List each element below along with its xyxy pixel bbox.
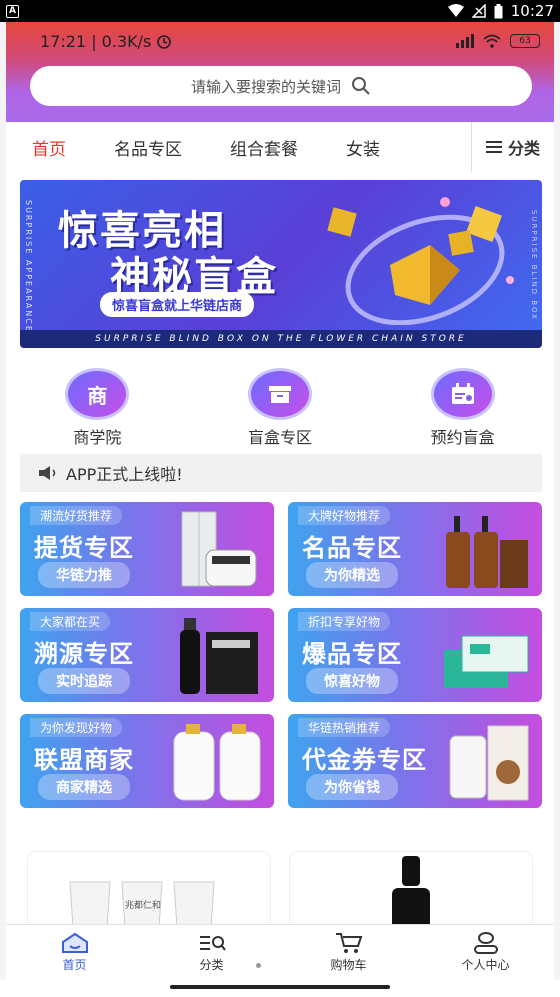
signal-icon [471,4,486,18]
nav-cart[interactable]: 购物车 [280,925,417,980]
banner-footer-text: SURPRISE BLIND BOX ON THE FLOWER CHAIN S… [20,330,542,348]
bottom-navigation: 首页 分类 购物车 个人中心 [6,924,554,980]
banner-side-text-right: SURPRISE BLIND BOX [530,210,538,321]
app-screen: A 10:27 17:21 | 0.3K/s 63 请输入要搜索的关键词 首页 … [0,0,560,997]
zone-traceability[interactable]: 大家都在买 溯源专区 实时追踪 [20,608,274,702]
category-tabs: 首页 名品专区 组合套餐 女装 分类 [6,122,554,172]
zone-subtitle: 为你发现好物 [30,718,123,737]
app-header: 17:21 | 0.3K/s 63 请输入要搜索的关键词 [6,22,554,122]
zone-brand[interactable]: 大牌好物推荐 名品专区 为你精选 [288,502,542,596]
nav-category[interactable]: 分类 [143,925,280,980]
battery-icon [494,3,503,18]
zone-subtitle: 潮流好货推荐 [30,506,123,525]
zone-subtitle: 华链热销推荐 [298,718,391,737]
wifi-icon [483,34,501,48]
shortcut-row: 商 商学院 盲盒专区 预约盲盒 [6,368,554,448]
shortcut-blind-box-zone[interactable]: 盲盒专区 [189,368,372,448]
zone-alliance-merchants[interactable]: 为你发现好物 联盟商家 商家精选 [20,714,274,808]
inner-status-bar: 17:21 | 0.3K/s 63 [6,22,554,60]
wifi-icon [447,4,464,17]
nav-label: 个人中心 [461,958,510,972]
zone-vouchers[interactable]: 华链热销推荐 代金券专区 为你省钱 [288,714,542,808]
product-card[interactable] [290,852,532,924]
user-icon [473,932,498,954]
nav-label: 分类 [199,958,224,972]
tab-womens[interactable]: 女装 [322,135,404,160]
home-icon [61,932,88,953]
nav-profile[interactable]: 个人中心 [417,925,554,980]
scroll-indicator [256,963,261,968]
promo-banner[interactable]: SURPRISE APPEARANCE SURPRISE BLIND BOX 惊… [20,180,542,348]
banner-tag: 惊喜盲盒就上华链店商 [100,292,255,317]
search-placeholder: 请输入要搜索的关键词 [190,77,341,96]
zone-title: 名品专区 [302,534,402,562]
notice-text: APP正式上线啦! [66,465,183,484]
menu-icon [485,141,502,153]
nav-label: 购物车 [330,958,367,972]
system-status-bar: A 10:27 [0,0,560,22]
product-card[interactable]: 兆都仁和 [28,852,270,924]
zone-subtitle: 折扣专享好物 [298,612,391,631]
hair-dye-image [180,618,258,694]
zone-hot-items[interactable]: 折扣专享好物 爆品专区 惊喜好物 [288,608,542,702]
dropper-bottle-image [392,856,430,924]
zone-title: 提货专区 [34,534,134,562]
calendar-icon [430,368,495,420]
pet-supplement-image [449,725,529,801]
notice-bar[interactable]: APP正式上线啦! [20,454,542,492]
nav-label: 首页 [62,958,87,972]
zone-pill: 为你省钱 [306,774,398,800]
shortcut-business-school[interactable]: 商 商学院 [6,368,189,448]
category-icon [199,936,226,951]
home-gesture-bar[interactable] [170,985,390,989]
zone-pill: 惊喜好物 [306,668,398,694]
cart-icon [335,933,362,953]
zone-title: 溯源专区 [34,640,134,668]
signal-bars-icon [456,34,474,48]
product-boxes-image [444,635,529,688]
appliance-image [181,511,257,587]
speaker-icon [39,466,56,480]
category-button-label: 分类 [507,139,540,158]
detergent-bottles-image [173,724,261,801]
zone-title: 联盟商家 [34,746,134,774]
zone-pill: 实时追踪 [38,668,130,694]
banner-side-text: SURPRISE APPEARANCE [24,200,33,333]
tab-combo[interactable]: 组合套餐 [206,135,322,160]
notification-icon: A [6,4,19,18]
shortcut-label: 盲盒专区 [248,428,313,447]
system-time: 10:27 [510,2,554,20]
search-icon [352,77,370,95]
zone-title: 代金券专区 [302,746,427,774]
search-input[interactable]: 请输入要搜索的关键词 [30,66,532,106]
home-content: SURPRISE APPEARANCE SURPRISE BLIND BOX 惊… [6,172,554,924]
cosmetic-bottles-image [446,516,528,588]
category-button[interactable]: 分类 [470,122,554,172]
inner-status-text: 17:21 | 0.3K/s [40,31,152,51]
zone-subtitle: 大家都在买 [30,612,111,631]
tab-home[interactable]: 首页 [6,135,90,160]
gold-cubes-illustration [327,197,514,325]
zone-subtitle: 大牌好物推荐 [298,506,391,525]
zone-title: 爆品专区 [302,640,402,668]
battery-indicator: 63 [510,34,540,48]
shop-icon: 商 [65,368,130,420]
zone-pill: 商家精选 [38,774,130,800]
shortcut-reserve-blind-box[interactable]: 预约盲盒 [371,368,554,448]
zone-pill: 为你精选 [306,562,398,588]
box-icon [248,368,312,420]
zone-pill: 华链力推 [38,562,130,588]
product-brand-text: 兆都仁和 [125,901,162,911]
alarm-icon [157,35,172,49]
shortcut-label: 预约盲盒 [430,428,495,447]
zone-pickup[interactable]: 潮流好货推荐 提货专区 华链力推 [20,502,274,596]
tab-brand-zone[interactable]: 名品专区 [90,135,206,160]
nav-home[interactable]: 首页 [6,925,143,980]
shortcut-label: 商学院 [73,428,122,447]
